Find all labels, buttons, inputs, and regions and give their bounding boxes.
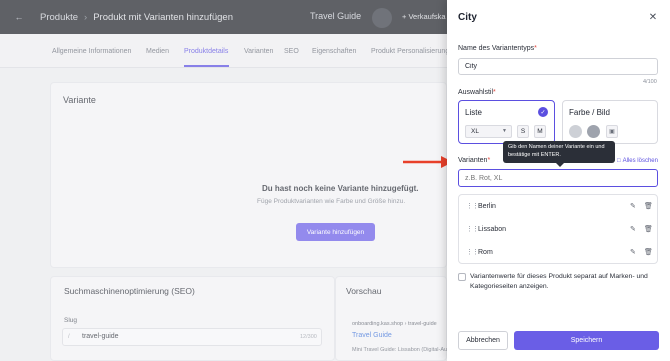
style-color-title: Farbe / Bild (569, 108, 610, 117)
variant-list: ⋮⋮ Berlin ✎ 🗑 ⋮⋮ Lissabon ✎ 🗑 ⋮⋮ Rom ✎ 🗑 (458, 194, 658, 264)
color-swatch-light (569, 125, 582, 138)
delete-icon[interactable]: 🗑 (644, 248, 653, 256)
clear-all-link[interactable]: □ Alles löschen (617, 158, 658, 164)
check-icon: ✓ (538, 107, 548, 117)
type-name-label: Name des Variantentyps* (458, 45, 537, 52)
tooltip-pointer (556, 163, 564, 167)
style-option-list[interactable]: Liste ✓ XL ▼ S M (458, 100, 555, 144)
drawer-title: City (458, 12, 477, 23)
delete-icon[interactable]: 🗑 (644, 202, 653, 210)
size-pill-m: M (534, 125, 546, 138)
annotation-arrow-icon (403, 156, 453, 168)
type-name-input[interactable] (458, 58, 658, 75)
separate-display-label: Variantenwerte für dieses Produkt separa… (470, 273, 648, 290)
style-list-title: Liste (465, 108, 482, 117)
list-item: ⋮⋮ Berlin ✎ 🗑 (459, 198, 659, 216)
variant-label: Berlin (478, 203, 496, 210)
image-icon: ▣ (606, 125, 618, 138)
chevron-down-icon: ▼ (502, 128, 507, 134)
size-pill-s: S (517, 125, 529, 138)
list-item: ⋮⋮ Rom ✎ 🗑 (459, 244, 659, 262)
type-name-counter: 4/100 (643, 79, 657, 85)
modal-backdrop[interactable] (0, 0, 447, 361)
edit-icon[interactable]: ✎ (630, 202, 636, 210)
delete-icon[interactable]: 🗑 (644, 225, 653, 233)
close-icon[interactable]: ✕ (647, 10, 659, 24)
variants-label: Varianten* (458, 157, 491, 164)
save-button[interactable]: Speichern (514, 331, 659, 350)
size-select-preview: XL ▼ (465, 125, 512, 138)
edit-icon[interactable]: ✎ (630, 248, 636, 256)
drag-handle-icon[interactable]: ⋮⋮ (466, 225, 479, 233)
edit-icon[interactable]: ✎ (630, 225, 636, 233)
color-swatch-dark (587, 125, 600, 138)
tooltip: Gib den Namen deiner Variante ein und be… (503, 141, 615, 163)
drag-handle-icon[interactable]: ⋮⋮ (466, 248, 479, 256)
list-item: ⋮⋮ Lissabon ✎ 🗑 (459, 221, 659, 239)
size-select-value: XL (471, 128, 479, 135)
separate-display-checkbox[interactable] (458, 273, 466, 281)
clear-all-label: Alles löschen (622, 158, 658, 164)
style-option-color-image[interactable]: Farbe / Bild ▣ (562, 100, 658, 144)
variant-label: Lissabon (478, 226, 507, 233)
variant-type-drawer: City ✕ Name des Variantentyps* 4/100 Aus… (447, 0, 670, 361)
style-label: Auswahlstil* (458, 89, 496, 96)
cancel-button[interactable]: Abbrechen (458, 331, 508, 350)
variants-input[interactable] (458, 169, 658, 187)
variant-label: Rom (478, 249, 493, 256)
trash-icon: □ (617, 158, 621, 164)
drag-handle-icon[interactable]: ⋮⋮ (466, 202, 479, 210)
